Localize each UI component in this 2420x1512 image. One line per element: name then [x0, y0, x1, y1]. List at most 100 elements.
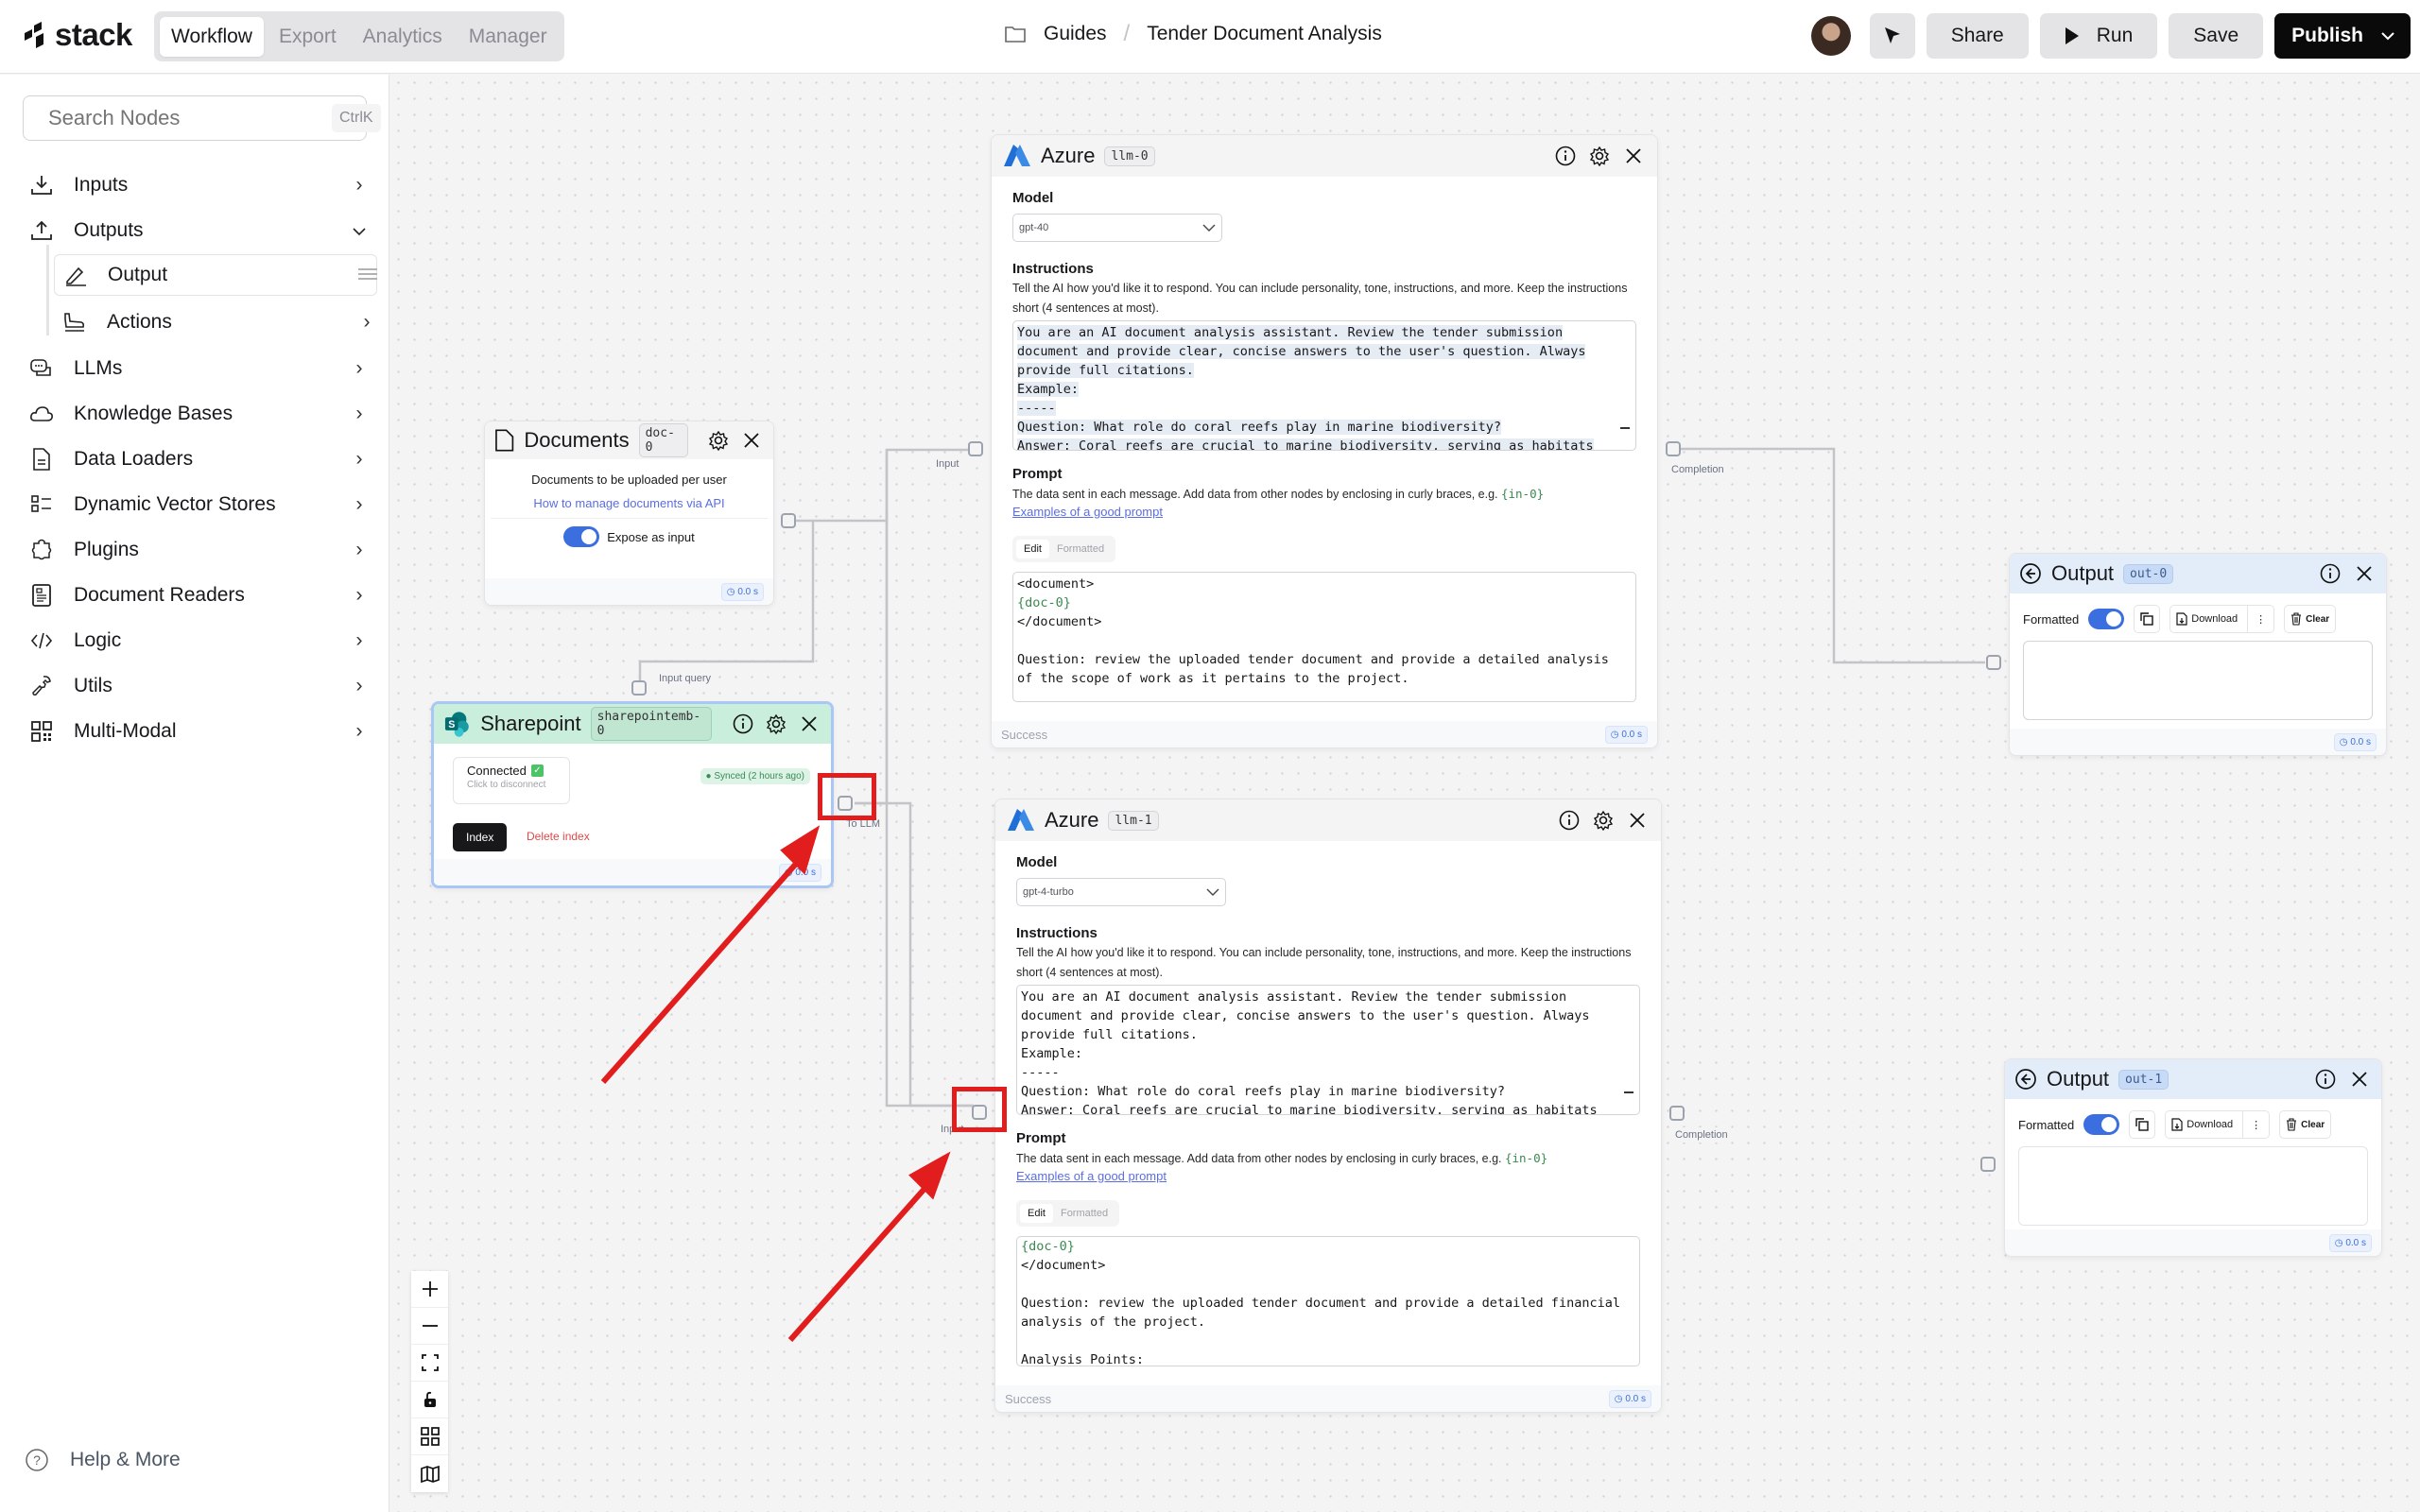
- save-button[interactable]: Save: [2169, 13, 2264, 59]
- copy-button[interactable]: [2129, 1110, 2156, 1139]
- model-select[interactable]: gpt-40: [1012, 214, 1222, 242]
- model-select[interactable]: gpt-4-turbo: [1016, 878, 1226, 906]
- zoom-out-button[interactable]: [411, 1308, 448, 1345]
- gear-icon[interactable]: [1591, 808, 1616, 833]
- tab-export[interactable]: Export: [268, 17, 348, 57]
- tab-edit[interactable]: Edit: [1016, 540, 1049, 558]
- tab-workflow[interactable]: Workflow: [160, 16, 264, 57]
- search-input[interactable]: [48, 106, 320, 130]
- chevron-down-icon[interactable]: [2380, 31, 2395, 41]
- llm0-output-handle[interactable]: [1666, 441, 1681, 456]
- out1-input-handle[interactable]: [1980, 1157, 1996, 1172]
- sidebar-item-document-readers[interactable]: Document Readers ›: [28, 575, 369, 616]
- prompt-textarea[interactable]: <document> {doc-0} </document> Question: r…: [1012, 572, 1636, 702]
- publish-button[interactable]: Publish: [2274, 13, 2411, 59]
- zoom-in-button[interactable]: [411, 1271, 448, 1308]
- lock-button[interactable]: [411, 1382, 448, 1418]
- gear-icon[interactable]: [764, 712, 787, 736]
- minimap-button[interactable]: [411, 1455, 448, 1492]
- sharepoint-input-handle[interactable]: [631, 680, 647, 696]
- instructions-textarea[interactable]: You are an AI document analysis assistan…: [1012, 320, 1636, 451]
- tab-formatted[interactable]: Formatted: [1049, 540, 1112, 558]
- sidebar-item-data-loaders[interactable]: Data Loaders ›: [28, 438, 369, 480]
- disconnect-button[interactable]: Connected ✓ Click to disconnect: [453, 757, 570, 804]
- good-prompt-examples-link[interactable]: Examples of a good prompt: [1016, 1169, 1640, 1183]
- instructions-label: Instructions: [1016, 925, 1098, 941]
- sharepoint-node[interactable]: S Sharepoint sharepointemb-0 Connected ✓ …: [431, 701, 834, 888]
- info-icon[interactable]: [731, 712, 754, 736]
- run-button[interactable]: Run: [2039, 13, 2158, 59]
- copy-button[interactable]: [2134, 605, 2161, 633]
- prompt-textarea[interactable]: {doc-0} </document> Question: review the …: [1016, 1236, 1640, 1366]
- azure-llm1-node[interactable]: Azure llm-1 Model gpt-4-turbo Instructio…: [994, 799, 1662, 1413]
- formatted-toggle[interactable]: [2083, 1114, 2120, 1135]
- sidebar-item-dynamic-vector-stores[interactable]: Dynamic Vector Stores ›: [28, 484, 369, 525]
- sidebar-item-multi-modal[interactable]: Multi-Modal ›: [28, 711, 369, 752]
- drag-handle-icon[interactable]: [357, 264, 377, 286]
- good-prompt-examples-link[interactable]: Examples of a good prompt: [1012, 505, 1636, 519]
- info-icon[interactable]: [2318, 561, 2342, 586]
- trash-icon: [2287, 1118, 2297, 1131]
- sidebar-item-inputs[interactable]: Inputs ›: [28, 164, 369, 206]
- close-icon[interactable]: [1621, 144, 1646, 168]
- output-content-area[interactable]: [2023, 641, 2373, 720]
- cursor-mode-button[interactable]: [1869, 13, 1915, 59]
- formatted-toggle[interactable]: [2088, 609, 2125, 629]
- doc0-output-handle[interactable]: [781, 513, 796, 528]
- info-icon[interactable]: [1557, 808, 1582, 833]
- more-options-icon[interactable]: ⋮: [2242, 1111, 2269, 1138]
- info-icon[interactable]: [2313, 1067, 2338, 1091]
- expose-as-input-toggle[interactable]: [563, 526, 600, 547]
- out0-input-handle[interactable]: [1986, 655, 2001, 670]
- sidebar-item-plugins[interactable]: Plugins ›: [28, 529, 369, 571]
- avatar[interactable]: [1810, 16, 1851, 56]
- output-out1-node[interactable]: Output out-1 Formatted Download ⋮ Clear …: [2004, 1058, 2382, 1257]
- output-out0-node[interactable]: Output out-0 Formatted Download ⋮ Clear …: [2009, 553, 2387, 756]
- instructions-textarea[interactable]: You are an AI document analysis assistan…: [1016, 985, 1640, 1115]
- gear-icon[interactable]: [707, 428, 731, 453]
- share-button[interactable]: Share: [1926, 13, 2029, 59]
- output-content-area[interactable]: [2018, 1146, 2368, 1226]
- sidebar-item-actions[interactable]: Actions ›: [53, 301, 376, 343]
- sidebar-item-knowledge-bases[interactable]: Knowledge Bases ›: [28, 393, 369, 435]
- index-button[interactable]: Index: [453, 823, 508, 851]
- clear-button[interactable]: Clear: [2279, 1110, 2332, 1139]
- sidebar-item-outputs[interactable]: Outputs: [28, 210, 369, 251]
- gear-icon[interactable]: [1587, 144, 1612, 168]
- tab-edit[interactable]: Edit: [1020, 1204, 1053, 1223]
- instructions-help: Tell the AI how you'd like it to respond…: [1016, 946, 1632, 979]
- scrollbar[interactable]: [1624, 1091, 1634, 1093]
- breadcrumb-folder[interactable]: Guides: [1044, 23, 1107, 45]
- scrollbar[interactable]: [1620, 427, 1630, 429]
- stack-logo[interactable]: stack: [21, 17, 132, 53]
- sidebar-item-output[interactable]: Output: [54, 254, 377, 296]
- close-icon[interactable]: [2352, 561, 2377, 586]
- instructions-line: Example:: [1017, 382, 1080, 397]
- close-icon[interactable]: [2347, 1067, 2372, 1091]
- documents-node[interactable]: Documents doc-0 Documents to be uploaded…: [484, 421, 774, 606]
- help-more-link[interactable]: ? Help & More: [25, 1448, 181, 1472]
- tab-manager[interactable]: Manager: [458, 17, 559, 57]
- llm0-input-handle[interactable]: [968, 441, 983, 456]
- fit-view-button[interactable]: [411, 1345, 448, 1382]
- tab-formatted[interactable]: Formatted: [1053, 1204, 1115, 1223]
- close-icon[interactable]: [740, 428, 764, 453]
- more-options-icon[interactable]: ⋮: [2247, 606, 2273, 632]
- search-box[interactable]: CtrlK: [23, 95, 381, 141]
- close-icon[interactable]: [798, 712, 821, 736]
- info-icon[interactable]: [1553, 144, 1578, 168]
- sidebar-item-utils[interactable]: Utils ›: [28, 665, 369, 707]
- sidebar-item-llms[interactable]: LLMs ›: [28, 348, 369, 389]
- llm1-output-handle[interactable]: [1669, 1106, 1685, 1121]
- breadcrumb-project[interactable]: Tender Document Analysis: [1147, 23, 1382, 45]
- close-icon[interactable]: [1625, 808, 1650, 833]
- delete-index-button[interactable]: Delete index: [527, 830, 590, 843]
- azure-llm0-node[interactable]: Azure llm-0 Model gpt-40 Instructions Te…: [991, 134, 1658, 748]
- grid-button[interactable]: [411, 1418, 448, 1455]
- documents-api-link[interactable]: How to manage documents via API: [485, 487, 773, 510]
- download-button[interactable]: Download ⋮: [2169, 605, 2275, 633]
- sidebar-item-logic[interactable]: Logic ›: [28, 620, 369, 662]
- tab-analytics[interactable]: Analytics: [352, 17, 454, 57]
- download-button[interactable]: Download ⋮: [2165, 1110, 2271, 1139]
- clear-button[interactable]: Clear: [2284, 605, 2337, 633]
